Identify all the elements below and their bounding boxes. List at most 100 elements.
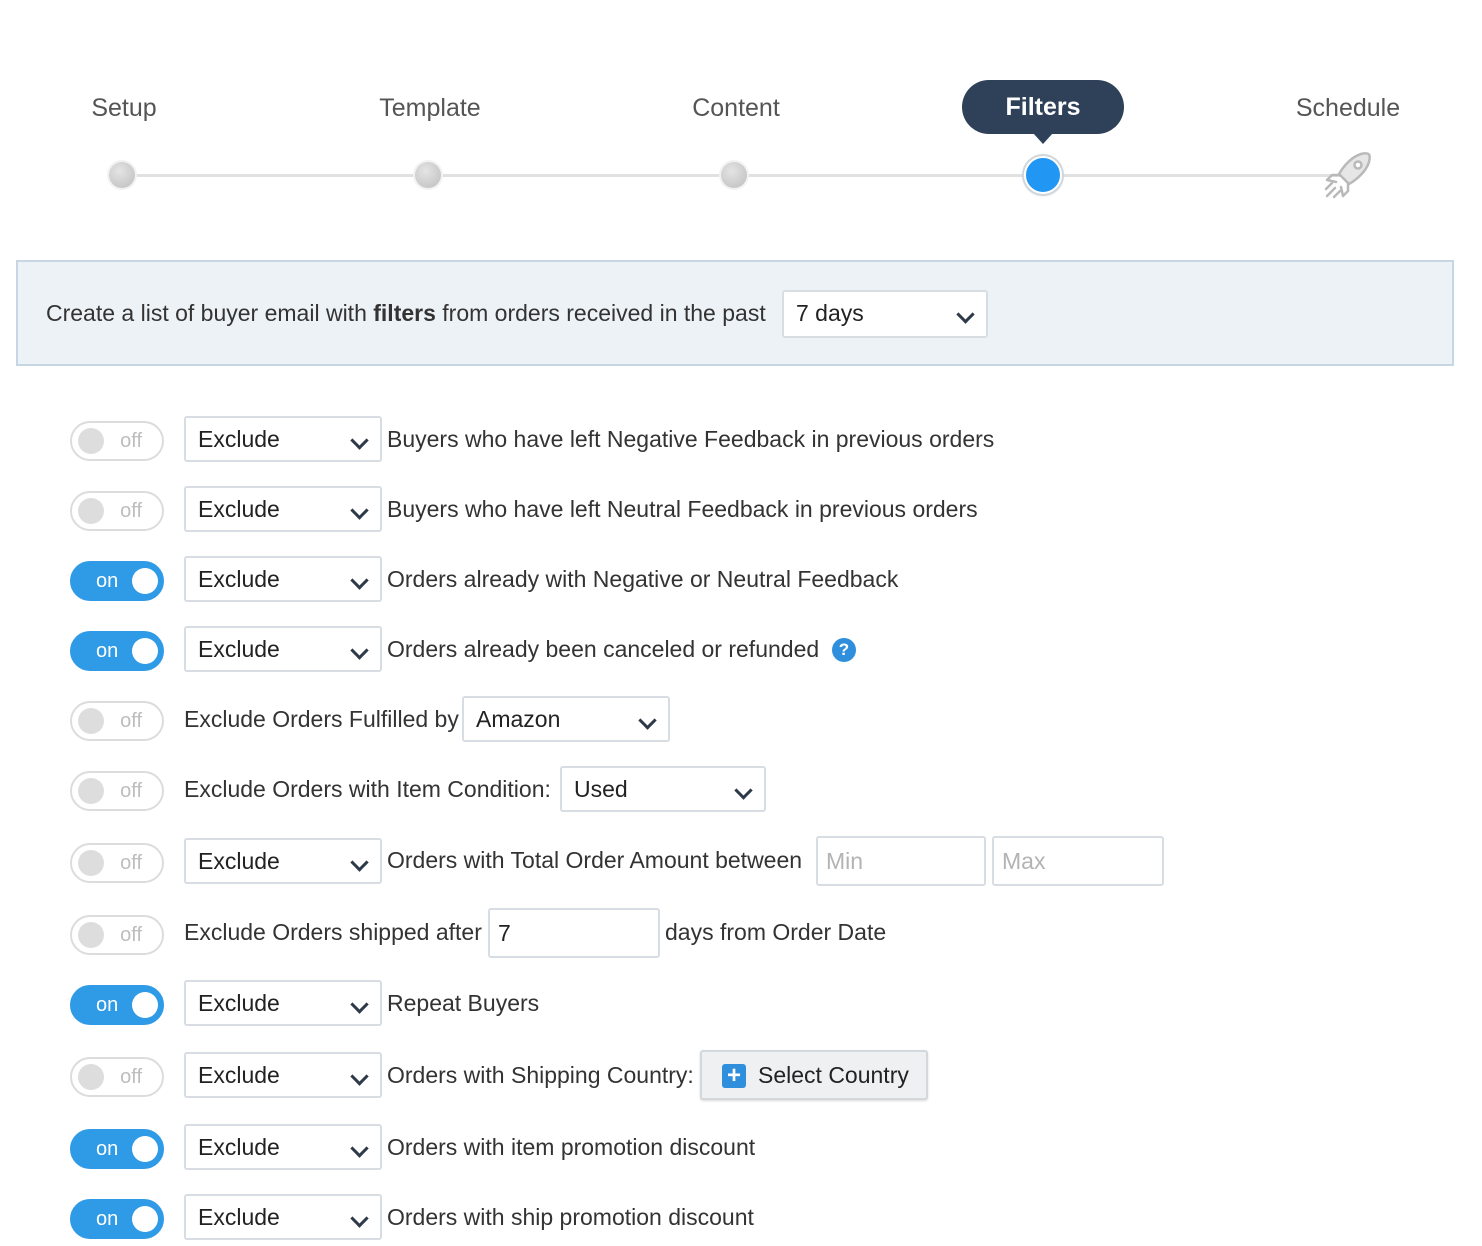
action-select-neutral-feedback-buyers[interactable]: Exclude <box>184 486 382 532</box>
chevron-down-icon <box>350 995 369 1014</box>
toggle-label: off <box>120 430 142 452</box>
period-select[interactable]: 7 days <box>782 290 988 338</box>
max-amount-input[interactable]: Max <box>992 836 1164 886</box>
toggle-canceled-refunded[interactable]: on <box>70 631 164 671</box>
filter-label-shipped-after: Exclude Orders shipped after <box>184 919 482 945</box>
action-select-value: Exclude <box>198 496 280 522</box>
step-template-label[interactable]: Template <box>310 88 550 128</box>
toggle-orders-with-feedback[interactable]: on <box>70 561 164 601</box>
action-select-ship-promotion[interactable]: Exclude <box>184 1194 382 1240</box>
toggle-label: on <box>96 1208 119 1230</box>
chevron-down-icon <box>350 1067 369 1086</box>
chevron-down-icon <box>350 853 369 872</box>
toggle-knob <box>132 1206 158 1232</box>
chevron-down-icon <box>956 305 975 324</box>
action-select-repeat-buyers[interactable]: Exclude <box>184 980 382 1026</box>
toggle-knob <box>78 498 104 524</box>
toggle-negative-feedback-buyers[interactable]: off <box>70 421 164 461</box>
filter-label-canceled-refunded: Orders already been canceled or refunded <box>387 636 820 662</box>
chevron-down-icon <box>350 1139 369 1158</box>
toggle-label: off <box>120 710 142 732</box>
action-select-orders-with-feedback[interactable]: Exclude <box>184 556 382 602</box>
toggle-knob <box>132 1136 158 1162</box>
select-country-label: Select Country <box>758 1062 909 1088</box>
info-text: Create a list of buyer email with filter… <box>46 300 766 326</box>
filter-label-item-promotion: Orders with item promotion discount <box>387 1134 756 1160</box>
toggle-neutral-feedback-buyers[interactable]: off <box>70 491 164 531</box>
action-select-order-amount[interactable]: Exclude <box>184 838 382 884</box>
toggle-label: off <box>120 1066 142 1088</box>
filter-label-shipping-country: Orders with Shipping Country: <box>387 1062 694 1088</box>
toggle-repeat-buyers[interactable]: on <box>70 985 164 1025</box>
action-select-value: Exclude <box>198 990 280 1016</box>
toggle-label: on <box>96 994 119 1016</box>
toggle-label: off <box>120 780 142 802</box>
toggle-shipping-country[interactable]: off <box>70 1057 164 1097</box>
toggle-knob <box>78 428 104 454</box>
filter-label-negative-feedback-buyers: Buyers who have left Negative Feedback i… <box>387 426 995 452</box>
toggle-knob <box>132 638 158 664</box>
toggle-label: off <box>120 924 142 946</box>
item-condition-select[interactable]: Used <box>560 766 766 812</box>
info-text-bold: filters <box>373 300 436 326</box>
min-amount-input[interactable]: Min <box>816 836 986 886</box>
toggle-ship-promotion[interactable]: on <box>70 1199 164 1239</box>
rocket-icon[interactable] <box>1323 150 1373 200</box>
toggle-order-amount[interactable]: off <box>70 843 164 883</box>
action-select-value: Exclude <box>198 1134 280 1160</box>
action-select-value: Exclude <box>198 848 280 874</box>
item-condition-value: Used <box>574 776 628 802</box>
action-select-value: Exclude <box>198 1062 280 1088</box>
toggle-item-promotion[interactable]: on <box>70 1129 164 1169</box>
action-select-value: Exclude <box>198 426 280 452</box>
toggle-knob <box>78 708 104 734</box>
action-select-value: Exclude <box>198 636 280 662</box>
toggle-label: on <box>96 570 119 592</box>
chevron-down-icon <box>350 431 369 450</box>
fulfillment-channel-value: Amazon <box>476 706 561 732</box>
toggle-knob <box>132 568 158 594</box>
info-panel: Create a list of buyer email with filter… <box>16 260 1454 366</box>
select-country-button[interactable]: + Select Country <box>700 1050 928 1100</box>
chevron-down-icon <box>350 1209 369 1228</box>
step-content-dot[interactable] <box>721 162 747 188</box>
chevron-down-icon <box>734 781 753 800</box>
step-setup-dot[interactable] <box>109 162 135 188</box>
step-schedule-label[interactable]: Schedule <box>1228 88 1468 128</box>
fulfillment-channel-select[interactable]: Amazon <box>462 696 670 742</box>
chevron-down-icon <box>350 641 369 660</box>
question-icon[interactable]: ? <box>832 638 856 662</box>
step-filters-label[interactable]: Filters <box>962 80 1124 144</box>
period-select-value: 7 days <box>796 300 864 326</box>
filter-label-orders-with-feedback: Orders already with Negative or Neutral … <box>387 566 899 592</box>
toggle-knob <box>132 992 158 1018</box>
step-setup-label[interactable]: Setup <box>4 88 244 128</box>
shipped-after-days-input[interactable]: 7 <box>488 908 660 958</box>
action-select-canceled-refunded[interactable]: Exclude <box>184 626 382 672</box>
toggle-label: on <box>96 640 119 662</box>
action-select-item-promotion[interactable]: Exclude <box>184 1124 382 1170</box>
action-select-negative-feedback-buyers[interactable]: Exclude <box>184 416 382 462</box>
chevron-down-icon <box>638 711 657 730</box>
wizard-stepper: Setup Template Content Filters Schedule <box>0 0 1482 230</box>
step-content-label[interactable]: Content <box>616 88 856 128</box>
action-select-value: Exclude <box>198 1204 280 1230</box>
toggle-knob <box>78 850 104 876</box>
step-filters-dot[interactable] <box>1024 156 1062 194</box>
action-select-shipping-country[interactable]: Exclude <box>184 1052 382 1098</box>
filter-label-fulfilled-by: Exclude Orders Fulfilled by <box>184 706 459 732</box>
toggle-shipped-after[interactable]: off <box>70 915 164 955</box>
filter-label-order-amount: Orders with Total Order Amount between <box>387 847 803 873</box>
toggle-label: off <box>120 500 142 522</box>
toggle-fulfilled-by[interactable]: off <box>70 701 164 741</box>
filter-label-repeat-buyers: Repeat Buyers <box>387 990 540 1016</box>
filter-label-days-from-order-date: days from Order Date <box>665 919 887 945</box>
chevron-down-icon <box>350 501 369 520</box>
filter-label-ship-promotion: Orders with ship promotion discount <box>387 1204 754 1230</box>
toggle-item-condition[interactable]: off <box>70 771 164 811</box>
toggle-knob <box>78 1064 104 1090</box>
step-template-dot[interactable] <box>415 162 441 188</box>
toggle-knob <box>78 922 104 948</box>
toggle-label: on <box>96 1138 119 1160</box>
filter-label-item-condition: Exclude Orders with Item Condition: <box>184 776 551 802</box>
